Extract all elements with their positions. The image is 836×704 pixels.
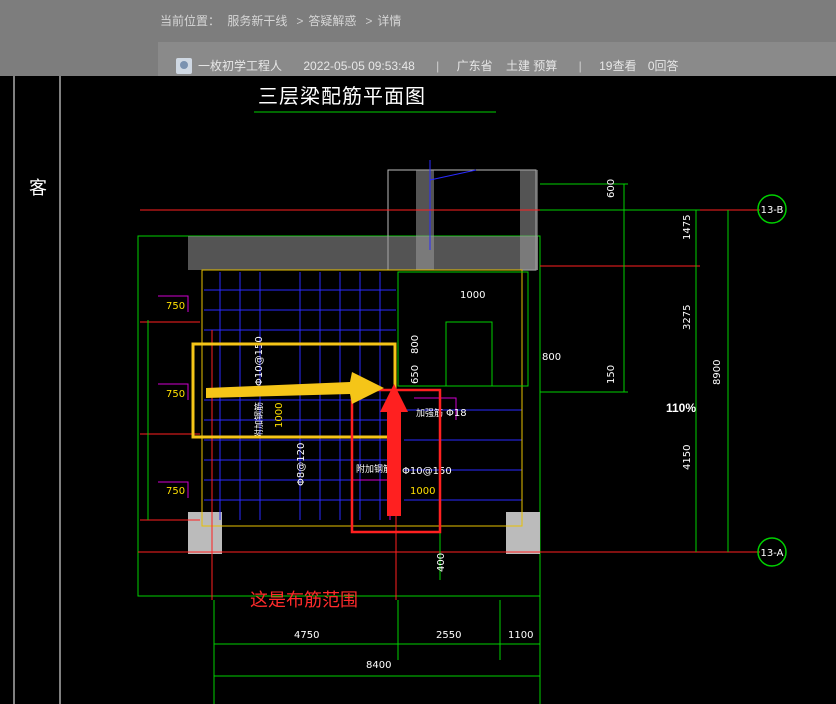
svg-text:2550: 2550 xyxy=(436,630,461,641)
answer-count: 0回答 xyxy=(647,59,679,73)
zoom-percent: 110% xyxy=(666,401,697,415)
svg-text:Φ18: Φ18 xyxy=(446,408,467,419)
svg-text:附加钢筋: 附加钢筋 xyxy=(253,402,265,438)
svg-text:1100: 1100 xyxy=(508,630,533,641)
wall-top xyxy=(188,236,538,270)
author-name[interactable]: 一枚初学工程人 xyxy=(198,59,282,73)
svg-text:1000: 1000 xyxy=(410,486,435,497)
column-right xyxy=(506,512,540,554)
meta-divider: | xyxy=(436,59,440,73)
column-left xyxy=(188,512,222,554)
svg-text:1475: 1475 xyxy=(682,215,693,240)
svg-text:Φ10@150: Φ10@150 xyxy=(402,466,452,477)
post-tags: 土建 预算 xyxy=(505,59,558,73)
svg-text:150: 150 xyxy=(606,365,617,384)
svg-text:4150: 4150 xyxy=(682,445,693,470)
svg-text:800: 800 xyxy=(542,352,561,363)
stair-outline xyxy=(445,321,493,387)
grid-bubble-label: 13-A xyxy=(761,548,784,559)
cad-drawing: 13-B 13-A 600 1475 3275 150 4150 8900 47… xyxy=(13,76,787,704)
svg-text:1000: 1000 xyxy=(274,403,285,428)
avatar[interactable] xyxy=(176,58,192,74)
post-datetime: 2022-05-05 09:53:48 xyxy=(303,59,415,73)
svg-text:8400: 8400 xyxy=(366,660,391,671)
svg-text:1000: 1000 xyxy=(460,290,485,301)
svg-text:4750: 4750 xyxy=(294,630,319,641)
breadcrumb-separator: > xyxy=(296,14,304,28)
breadcrumb-item-qa[interactable]: 答疑解惑 xyxy=(308,14,356,28)
wall-column xyxy=(520,170,538,270)
breadcrumb-label: 当前位置： xyxy=(160,14,221,28)
annotation-text: 这是布筋范围 xyxy=(250,590,358,610)
side-label: 客 xyxy=(27,178,47,196)
view-count: 19查看 xyxy=(599,59,637,73)
svg-text:Φ8@120: Φ8@120 xyxy=(296,443,307,486)
post-region: 广东省 xyxy=(456,59,493,73)
red-arrow xyxy=(380,384,408,516)
drawing-title: 三层梁配筋平面图 xyxy=(258,84,426,108)
wall-column xyxy=(416,170,434,270)
grid-bubble-label: 13-B xyxy=(761,205,784,216)
svg-text:800: 800 xyxy=(410,335,421,354)
svg-text:750: 750 xyxy=(166,389,185,400)
svg-text:8900: 8900 xyxy=(712,360,723,385)
svg-text:750: 750 xyxy=(166,486,185,497)
svg-text:750: 750 xyxy=(166,301,185,312)
breadcrumb-item-service[interactable]: 服务新干线 xyxy=(227,14,287,28)
breadcrumb: 当前位置： 服务新干线 > 答疑解惑 > 详情 xyxy=(160,12,405,29)
yellow-arrow xyxy=(206,372,384,404)
meta-divider: | xyxy=(578,59,582,73)
svg-text:附加钢筋: 附加钢筋 xyxy=(356,463,392,475)
post-meta: 一枚初学工程人 2022-05-05 09:53:48 | 广东省 土建 预算 … xyxy=(176,57,683,74)
breadcrumb-separator: > xyxy=(365,14,373,28)
svg-text:3275: 3275 xyxy=(682,305,693,330)
svg-text:600: 600 xyxy=(606,179,617,198)
breadcrumb-item-detail: 详情 xyxy=(377,14,402,28)
svg-text:650: 650 xyxy=(410,365,421,384)
svg-text:400: 400 xyxy=(436,553,447,572)
